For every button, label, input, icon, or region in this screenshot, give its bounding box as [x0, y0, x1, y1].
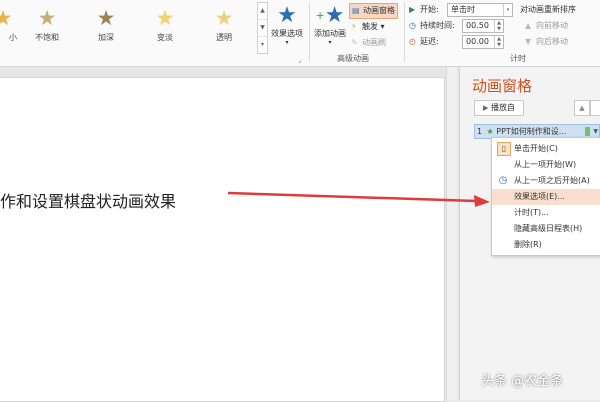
watermark: 头条 @农金条	[481, 374, 564, 389]
arrow-head	[474, 195, 490, 207]
arrow-shaft	[227, 191, 477, 203]
annotation-arrow	[227, 191, 490, 207]
